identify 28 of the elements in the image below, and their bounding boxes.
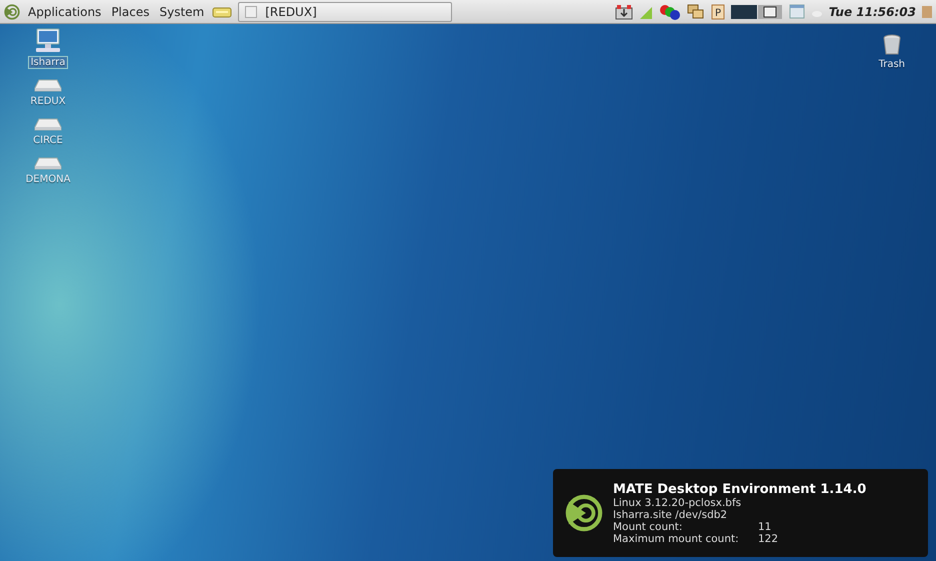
download-icon[interactable] bbox=[614, 4, 633, 20]
info-title: MATE Desktop Environment 1.14.0 bbox=[613, 482, 866, 496]
pills-icon[interactable] bbox=[658, 4, 681, 20]
computer-icon[interactable] bbox=[34, 28, 62, 54]
icon-label[interactable]: Trash bbox=[876, 58, 908, 71]
info-label: Isharra.site /dev/sdb2 bbox=[613, 508, 728, 520]
info-label: Linux 3.12.20-pclosx.bfs bbox=[613, 496, 742, 508]
p-icon[interactable]: P bbox=[710, 4, 725, 20]
info-value: 122 bbox=[758, 532, 778, 544]
windows-icon[interactable] bbox=[686, 4, 705, 20]
menu-item[interactable]: Places bbox=[109, 4, 152, 18]
drive-icon[interactable] bbox=[212, 4, 232, 18]
icon-label[interactable]: Isharra bbox=[28, 56, 68, 69]
clock[interactable]: Tue 11:56:03 bbox=[828, 4, 916, 18]
drive-icon[interactable] bbox=[34, 118, 62, 132]
taskbar-button[interactable]: [REDUX] bbox=[238, 2, 452, 22]
menu-item[interactable]: Applications bbox=[26, 4, 104, 18]
menu-item[interactable]: System bbox=[157, 4, 206, 18]
info-label: Mount count: bbox=[613, 520, 684, 532]
trash-icon[interactable] bbox=[882, 34, 902, 56]
drive-icon[interactable] bbox=[34, 157, 62, 171]
info-value: 11 bbox=[758, 520, 772, 532]
mate-logo-icon[interactable] bbox=[4, 4, 20, 20]
window-list-icon[interactable] bbox=[788, 4, 805, 20]
workspace-icon[interactable] bbox=[730, 4, 783, 20]
drive-icon[interactable] bbox=[34, 79, 62, 93]
info-label: Maximum mount count: bbox=[613, 532, 740, 544]
mate-logo-icon bbox=[565, 494, 603, 532]
